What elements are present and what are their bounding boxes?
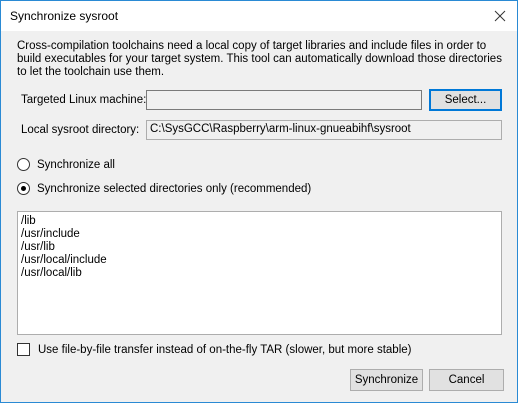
sysroot-label: Local sysroot directory: xyxy=(21,124,140,136)
select-machine-button[interactable]: Select... xyxy=(429,89,502,111)
directory-item: /usr/lib xyxy=(21,241,55,253)
file-transfer-checkbox[interactable] xyxy=(17,343,30,356)
targeted-machine-label: Targeted Linux machine: xyxy=(21,94,147,106)
cancel-button[interactable]: Cancel xyxy=(429,369,504,391)
radio-sync-selected-label: Synchronize selected directories only (r… xyxy=(37,182,312,195)
window-title: Synchronize sysroot xyxy=(10,9,119,23)
close-icon xyxy=(494,10,506,22)
directory-item: /usr/include xyxy=(21,228,80,240)
targeted-machine-field[interactable] xyxy=(146,90,422,110)
sysroot-path-field[interactable]: C:\SysGCC\Raspberry\arm-linux-gnueabihf\… xyxy=(146,120,502,140)
radio-sync-selected-indicator[interactable] xyxy=(17,182,30,195)
radio-sync-selected[interactable]: Synchronize selected directories only (r… xyxy=(17,182,311,195)
radio-sync-all[interactable]: Synchronize all xyxy=(17,158,115,171)
radio-sync-all-indicator[interactable] xyxy=(17,158,30,171)
synchronize-button[interactable]: Synchronize xyxy=(350,369,423,391)
file-transfer-option[interactable]: Use file-by-file transfer instead of on-… xyxy=(17,343,411,356)
intro-text: Cross-compilation toolchains need a loca… xyxy=(17,40,502,78)
title-bar: Synchronize sysroot xyxy=(1,1,517,31)
directory-item: /usr/local/lib xyxy=(21,267,82,279)
radio-sync-all-label: Synchronize all xyxy=(37,158,115,171)
dialog-content: Cross-compilation toolchains need a loca… xyxy=(1,31,517,402)
directory-item: /usr/local/include xyxy=(21,254,107,266)
file-transfer-label: Use file-by-file transfer instead of on-… xyxy=(38,343,412,356)
directory-list[interactable]: /lib /usr/include /usr/lib /usr/local/in… xyxy=(17,211,502,335)
dialog-window: Synchronize sysroot Cross-compilation to… xyxy=(0,0,518,403)
directory-item: /lib xyxy=(21,215,36,227)
close-button[interactable] xyxy=(483,1,517,31)
